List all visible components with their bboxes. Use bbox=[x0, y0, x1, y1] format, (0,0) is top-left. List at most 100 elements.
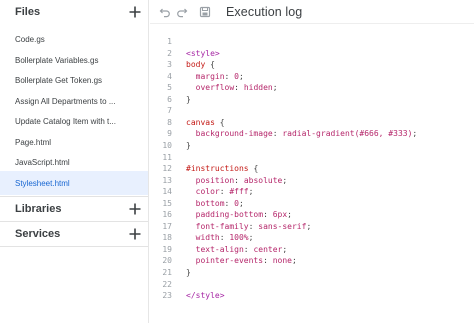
line-number: 12 bbox=[162, 164, 172, 174]
code-token: 6px bbox=[272, 210, 288, 220]
line-number: 8 bbox=[167, 117, 172, 127]
undo-icon bbox=[159, 8, 170, 17]
code-token: canvas bbox=[186, 117, 215, 127]
code-token: none bbox=[272, 256, 292, 266]
code-text: } bbox=[186, 140, 191, 152]
code-token: : bbox=[248, 221, 259, 231]
line-number: 10 bbox=[162, 140, 172, 150]
code-token: hidden bbox=[243, 83, 273, 93]
code-token: ; bbox=[272, 83, 278, 93]
code-token: ; bbox=[282, 244, 288, 254]
services-title: Services bbox=[15, 228, 61, 240]
files-section-header: Files bbox=[0, 0, 149, 24]
code-token: : bbox=[234, 175, 244, 185]
add-library-plus-icon[interactable] bbox=[128, 202, 142, 216]
line-number: 22 bbox=[162, 279, 172, 289]
code-token: ; bbox=[239, 198, 244, 208]
code-editor[interactable]: 1 2 <style> 3 body {4 margin: 0; 5 overflow: … bbox=[150, 36, 474, 316]
code-line[interactable]: 9 background-image: radial-gradient(#666… bbox=[150, 128, 417, 140]
code-line[interactable]: 13 position: absolute; bbox=[150, 175, 287, 187]
redo-button[interactable] bbox=[173, 2, 190, 22]
code-token: { bbox=[248, 164, 259, 174]
code-line[interactable]: 4 margin: 0; bbox=[150, 71, 244, 83]
code-token: ; bbox=[282, 175, 288, 185]
code-text: width: 100%; bbox=[186, 232, 254, 244]
code-text: } bbox=[186, 267, 191, 279]
code-text: overflow: hidden; bbox=[186, 82, 278, 94]
code-token: body bbox=[186, 60, 206, 70]
code-line[interactable]: 12 #instructions { bbox=[150, 163, 258, 175]
code-line[interactable]: 18 width: 100%; bbox=[150, 232, 253, 244]
code-line[interactable]: 22 bbox=[150, 279, 186, 291]
code-line[interactable]: 3 body { bbox=[150, 59, 215, 71]
code-line[interactable]: 11 bbox=[150, 152, 186, 164]
line-number: 6 bbox=[167, 94, 172, 104]
line-number: 16 bbox=[162, 210, 172, 220]
code-token: sans-serif bbox=[258, 221, 307, 231]
code-token: : bbox=[263, 256, 273, 266]
code-line[interactable]: 7 bbox=[150, 105, 186, 117]
code-text: } bbox=[186, 94, 191, 106]
code-token: : bbox=[272, 129, 283, 139]
code-token: #instructions bbox=[186, 164, 249, 174]
undo-button[interactable] bbox=[156, 2, 173, 22]
file-item-stylesheet-html[interactable]: Stylesheet.html bbox=[0, 171, 148, 195]
code-text: bottom: 0; bbox=[186, 198, 244, 210]
execution-log-button[interactable]: Execution log bbox=[226, 5, 302, 19]
code-text: font-family: sans-serif; bbox=[186, 221, 312, 233]
files-title: Files bbox=[15, 6, 41, 18]
code-text: canvas { bbox=[186, 117, 225, 129]
code-token: : bbox=[263, 210, 273, 220]
line-number: 5 bbox=[167, 83, 172, 93]
code-token: : bbox=[219, 233, 230, 243]
line-number: 11 bbox=[162, 152, 172, 162]
code-line[interactable]: 8 canvas { bbox=[150, 117, 225, 129]
line-number: 19 bbox=[162, 244, 172, 254]
code-line[interactable]: 1 bbox=[150, 36, 186, 48]
code-line[interactable]: 23 </style> bbox=[150, 290, 225, 302]
redo-icon bbox=[176, 8, 187, 17]
code-line[interactable]: 16 padding-bottom: 6px; bbox=[150, 209, 292, 221]
code-line[interactable]: 20 pointer-events: none; bbox=[150, 255, 297, 267]
code-text: background-image: radial-gradient(#666, … bbox=[186, 128, 418, 140]
code-token: ; bbox=[291, 256, 297, 266]
add-file-plus-icon[interactable] bbox=[128, 5, 142, 19]
line-number: 2 bbox=[167, 48, 172, 58]
code-line[interactable]: 5 overflow: hidden; bbox=[150, 82, 278, 94]
line-number: 13 bbox=[162, 175, 172, 185]
code-token: : bbox=[234, 83, 244, 93]
code-line[interactable]: 21} bbox=[150, 267, 191, 279]
code-token: width bbox=[186, 233, 220, 243]
code-token: : bbox=[224, 71, 235, 81]
code-token: : bbox=[219, 187, 230, 197]
services-section-header: Services bbox=[0, 222, 149, 246]
code-text: body { bbox=[186, 59, 215, 71]
code-text: <style> bbox=[186, 48, 220, 60]
code-line[interactable]: 15 bottom: 0; bbox=[150, 198, 244, 210]
line-number: 4 bbox=[167, 71, 172, 81]
code-token: margin bbox=[186, 71, 225, 81]
code-text: </style> bbox=[186, 290, 225, 302]
code-line[interactable]: 10} bbox=[150, 140, 191, 152]
line-number: 1 bbox=[167, 37, 172, 46]
line-number: 23 bbox=[162, 291, 172, 301]
editor-toolbar: Execution log bbox=[150, 0, 474, 24]
code-line[interactable]: 2 <style> bbox=[150, 48, 220, 60]
code-line[interactable]: 6} bbox=[150, 94, 191, 106]
line-number: 17 bbox=[162, 221, 172, 231]
code-line[interactable]: 19 text-align: center; bbox=[150, 244, 287, 256]
code-text: margin: 0; bbox=[186, 71, 244, 83]
save-button[interactable] bbox=[196, 2, 213, 22]
line-number: 3 bbox=[167, 60, 172, 70]
libraries-title: Libraries bbox=[15, 203, 62, 215]
code-token: position bbox=[186, 175, 235, 185]
code-token: pointer-events bbox=[186, 256, 264, 266]
add-service-plus-icon[interactable] bbox=[128, 227, 142, 241]
code-token: font-family bbox=[186, 221, 249, 231]
code-token: { bbox=[214, 117, 225, 127]
code-text: position: absolute; bbox=[186, 175, 288, 187]
code-line[interactable]: 17 font-family: sans-serif; bbox=[150, 221, 311, 233]
code-token: background-image bbox=[186, 129, 273, 139]
code-line[interactable]: 14 color: #fff; bbox=[150, 186, 253, 198]
line-number: 7 bbox=[167, 106, 172, 116]
